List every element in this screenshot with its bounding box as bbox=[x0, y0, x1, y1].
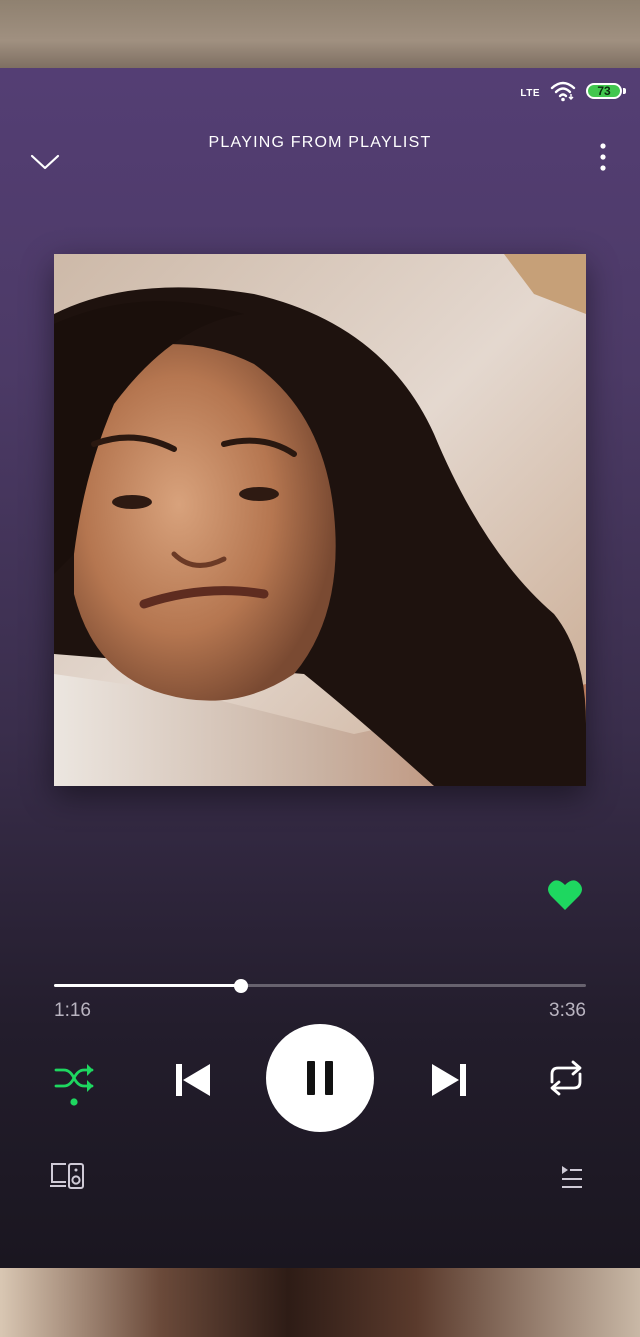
progress-bar[interactable] bbox=[54, 979, 586, 993]
repeat-button[interactable] bbox=[544, 1058, 588, 1098]
battery-level: 73 bbox=[586, 83, 622, 99]
more-options-button[interactable] bbox=[596, 140, 610, 176]
next-track-button[interactable] bbox=[428, 1058, 472, 1102]
previous-track-button[interactable] bbox=[170, 1058, 214, 1102]
background-top-band bbox=[0, 0, 640, 68]
repeat-icon bbox=[550, 1060, 582, 1096]
elapsed-time: 1:16 bbox=[54, 1000, 91, 1021]
wifi-icon bbox=[550, 80, 576, 102]
like-button[interactable] bbox=[547, 878, 583, 912]
shuffle-button[interactable] bbox=[52, 1058, 98, 1108]
shuffle-icon bbox=[54, 1064, 94, 1106]
queue-button[interactable] bbox=[556, 1162, 586, 1192]
more-vertical-icon bbox=[600, 143, 606, 171]
total-duration: 3:36 bbox=[549, 1000, 586, 1021]
skip-previous-icon bbox=[176, 1064, 210, 1096]
album-art bbox=[54, 254, 586, 786]
play-pause-button[interactable] bbox=[266, 1024, 374, 1132]
heart-filled-icon bbox=[548, 880, 582, 910]
queue-icon bbox=[562, 1166, 582, 1188]
connect-devices-button[interactable] bbox=[48, 1160, 88, 1192]
progress-fill bbox=[54, 984, 241, 987]
battery-icon: 73 bbox=[586, 83, 626, 99]
status-bar: LTE 73 bbox=[520, 78, 626, 104]
pause-icon bbox=[307, 1061, 333, 1095]
progress-knob[interactable] bbox=[233, 979, 248, 993]
background-bottom-band bbox=[0, 1268, 640, 1337]
devices-icon bbox=[50, 1163, 84, 1189]
network-type: LTE bbox=[520, 87, 540, 99]
now-playing-screen: LTE 73 PLAYING FROM PLAYLIST 1:16 3:36 bbox=[0, 68, 640, 1268]
playing-context-title: PLAYING FROM PLAYLIST bbox=[208, 134, 432, 151]
skip-next-icon bbox=[432, 1064, 466, 1096]
